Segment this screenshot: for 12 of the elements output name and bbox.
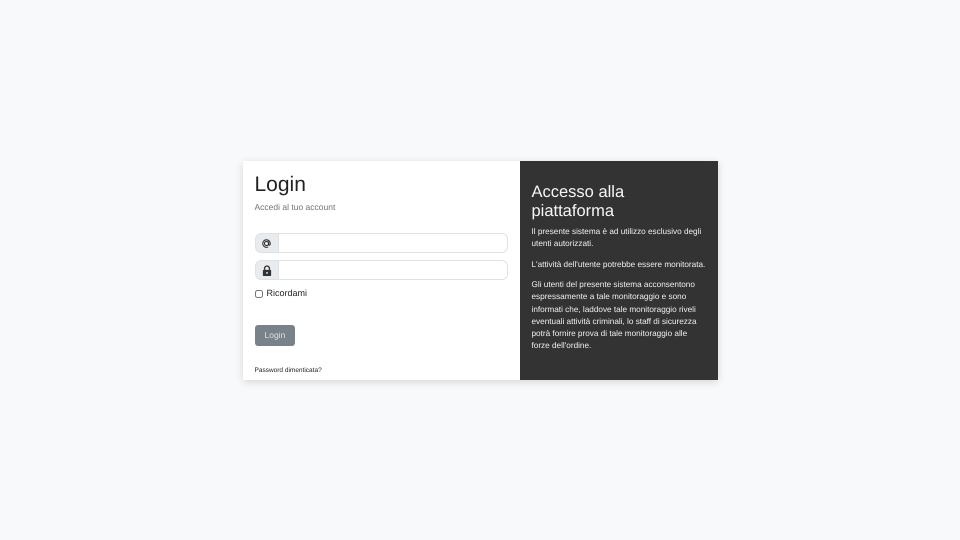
lock-icon	[262, 264, 272, 276]
remember-label[interactable]: Ricordami	[266, 287, 308, 301]
info-title: Accesso alla piattaforma	[532, 182, 626, 222]
info-paragraph: Gli utenti del presente sistema acconsentono espressamente a tale monitoraggio e sono informati che, laddove tale monitoraggio riveli eventuali attività criminali, lo staff di sicurezza potrà fornire prova di tale monitoraggio alle forze dell'ordine.	[532, 278, 698, 352]
info-paragraph: L'attività dell'utente potrebbe essere monitorata.	[532, 258, 706, 271]
login-title: Login	[254, 172, 307, 196]
checkbox[interactable]	[254, 290, 262, 298]
email-field[interactable]	[278, 233, 508, 254]
at-icon	[261, 238, 272, 249]
password-field[interactable]	[278, 260, 508, 280]
login-subtitle: Accedi al tuo account	[254, 200, 336, 214]
info-paragraph: Il presente sistema è ad utilizzo esclusivo degli utenti autorizzati.	[532, 226, 702, 250]
